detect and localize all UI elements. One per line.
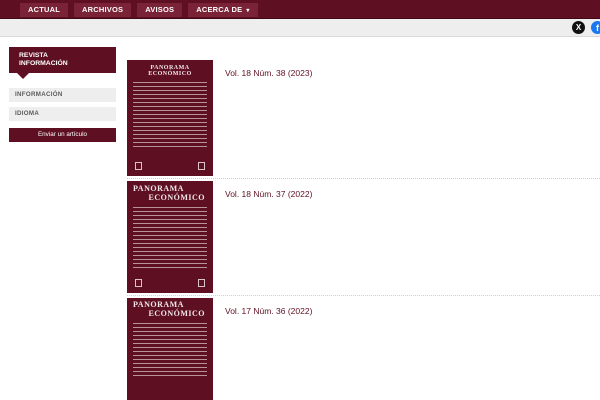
issue-cover[interactable]: PANORAMA ECONÓMICO xyxy=(127,181,213,293)
nav-actual[interactable]: ACTUAL xyxy=(20,3,69,17)
issue-item: PANORAMA ECONÓMICO Vol. 18 Núm. 38 (2023… xyxy=(127,60,600,176)
cover-title-line1: PANORAMA xyxy=(150,65,190,71)
nav-acerca-de[interactable]: ACERCA DE ▾ xyxy=(188,3,258,17)
cover-title-line2: ECONÓMICO xyxy=(148,193,205,202)
chevron-down-icon: ▾ xyxy=(246,8,250,14)
x-twitter-icon[interactable]: X xyxy=(572,21,585,34)
issue-item: PANORAMA ECONÓMICO Vol. 18 Núm. 37 (2022… xyxy=(127,181,600,293)
social-bar: X f xyxy=(0,19,600,37)
sidebar-header-arrow xyxy=(17,73,29,79)
sidebar-header-line2: INFORMACIÓN xyxy=(19,60,68,67)
issue-separator xyxy=(127,178,600,179)
nav-avisos[interactable]: AVISOS xyxy=(137,3,183,17)
cover-logo-icon xyxy=(198,162,205,170)
nav-acerca-de-label: ACERCA DE xyxy=(196,5,243,14)
sidebar-link-idioma[interactable]: IDIOMA xyxy=(9,107,116,121)
facebook-icon[interactable]: f xyxy=(591,21,600,34)
cover-logo-icon xyxy=(135,279,142,287)
issue-title[interactable]: Vol. 17 Núm. 36 (2022) xyxy=(225,306,312,316)
issue-separator xyxy=(127,295,600,296)
sidebar: REVISTA INFORMACIÓN INFORMACIÓN IDIOMA E… xyxy=(9,47,116,142)
nav-archivos[interactable]: ARCHIVOS xyxy=(74,3,132,17)
sidebar-header: REVISTA INFORMACIÓN xyxy=(9,47,116,79)
cover-logo-icon xyxy=(198,279,205,287)
main-nav: ACTUAL ARCHIVOS AVISOS ACERCA DE ▾ xyxy=(20,3,258,17)
issue-item: PANORAMA ECONÓMICO Vol. 17 Núm. 36 (2022… xyxy=(127,298,600,400)
cover-title-line2: ECONÓMICO xyxy=(148,309,205,318)
cover-title-line1: PANORAMA xyxy=(133,184,184,193)
issue-title[interactable]: Vol. 18 Núm. 38 (2023) xyxy=(225,68,312,78)
top-navigation-bar: ACTUAL ARCHIVOS AVISOS ACERCA DE ▾ xyxy=(0,0,600,19)
cover-title-line2: ECONÓMICO xyxy=(148,71,192,77)
sidebar-header-line1: REVISTA xyxy=(19,52,48,59)
sidebar-link-informacion[interactable]: INFORMACIÓN xyxy=(9,88,116,102)
issue-cover[interactable]: PANORAMA ECONÓMICO xyxy=(127,298,213,400)
cover-title-line1: PANORAMA xyxy=(133,300,184,309)
issue-cover[interactable]: PANORAMA ECONÓMICO xyxy=(127,60,213,176)
cover-logo-icon xyxy=(135,162,142,170)
issue-title[interactable]: Vol. 18 Núm. 37 (2022) xyxy=(225,189,312,199)
submit-article-button[interactable]: Enviar un artículo xyxy=(9,128,116,142)
